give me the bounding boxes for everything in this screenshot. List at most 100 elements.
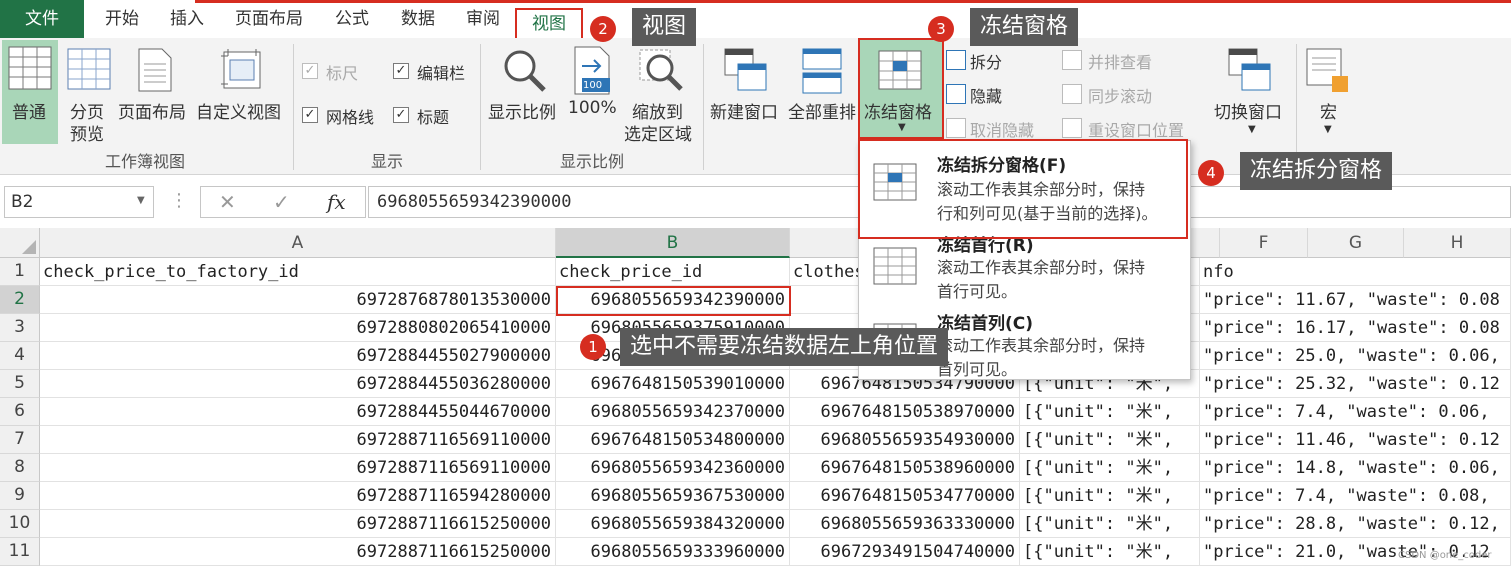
row-header[interactable]: 6 [0, 398, 40, 426]
cell-a10[interactable]: 6972887116615250000 [40, 510, 556, 538]
row-header[interactable]: 3 [0, 314, 40, 342]
cell-e7[interactable]: "price": 11.46, "waste": 0.12 [1200, 426, 1511, 454]
corner-triangle-icon [22, 240, 36, 254]
cancel-icon[interactable]: ✕ [219, 190, 236, 214]
cell-e1[interactable]: nfo [1200, 258, 1511, 286]
column-header-b[interactable]: B [556, 228, 790, 258]
row-header[interactable]: 9 [0, 482, 40, 510]
new-window-button[interactable]: 新建窗口 [708, 40, 784, 144]
cell-b7[interactable]: 6967648150534800000 [556, 426, 790, 454]
custom-views-button[interactable]: 自定义视图 [196, 40, 290, 144]
row-header[interactable]: 5 [0, 370, 40, 398]
cell-d9[interactable]: [{"unit": "米", [1020, 482, 1200, 510]
select-all-corner[interactable] [0, 228, 40, 258]
cell-b11[interactable]: 6968055659333960000 [556, 538, 790, 566]
name-box-value: B2 [11, 192, 34, 212]
cell-e8[interactable]: "price": 14.8, "waste": 0.06, [1200, 454, 1511, 482]
tab-review[interactable]: 审阅 [453, 0, 513, 38]
step3-callout: 冻结窗格 [970, 8, 1079, 46]
cell-a11[interactable]: 6972887116615250000 [40, 538, 556, 566]
column-header-g[interactable]: G [1308, 228, 1404, 258]
formula-bar-checkbox[interactable]: ✓ [393, 63, 409, 79]
chevron-down-icon[interactable]: ▼ [137, 195, 145, 206]
tab-formulas[interactable]: 公式 [322, 0, 382, 38]
cell-a6[interactable]: 6972884455044670000 [40, 398, 556, 426]
row-header[interactable]: 11 [0, 538, 40, 566]
cell-c11[interactable]: 6967293491504740000 [790, 538, 1020, 566]
cell-b9[interactable]: 6968055659367530000 [556, 482, 790, 510]
cell-b5[interactable]: 6967648150539010000 [556, 370, 790, 398]
page-break-preview-button[interactable]: 分页 预览 [64, 40, 114, 145]
zoom-to-selection-button[interactable]: 缩放到 选定区域 [624, 40, 700, 145]
side-by-side-button[interactable]: 并排查看 [1088, 49, 1152, 73]
row-header[interactable]: 7 [0, 426, 40, 454]
cell-e3[interactable]: "price": 16.17, "waste": 0.08 [1200, 314, 1511, 342]
cell-d11[interactable]: [{"unit": "米", [1020, 538, 1200, 566]
reset-position-button[interactable]: 重设窗口位置 [1088, 117, 1184, 141]
normal-view-button[interactable]: 普通 [2, 40, 58, 144]
cell-b6[interactable]: 6968055659342370000 [556, 398, 790, 426]
cell-a3[interactable]: 6972880802065410000 [40, 314, 556, 342]
ruler-checkbox[interactable]: ✓ [302, 63, 318, 79]
cell-b8[interactable]: 6968055659342360000 [556, 454, 790, 482]
page-break-preview-icon [67, 48, 111, 90]
cell-a4[interactable]: 6972884455027900000 [40, 342, 556, 370]
switch-windows-button[interactable]: 切换窗口 ▼ [1210, 40, 1292, 144]
unhide-button[interactable]: 取消隐藏 [970, 117, 1034, 141]
cell-a5[interactable]: 6972884455036280000 [40, 370, 556, 398]
tab-insert[interactable]: 插入 [157, 0, 217, 38]
normal-view-icon [8, 46, 52, 90]
cell-e9[interactable]: "price": 7.4, "waste": 0.08, [1200, 482, 1511, 510]
cell-e5[interactable]: "price": 25.32, "waste": 0.12 [1200, 370, 1511, 398]
cell-e2[interactable]: "price": 11.67, "waste": 0.08 [1200, 286, 1511, 314]
enter-icon[interactable]: ✓ [273, 190, 290, 214]
column-header-f[interactable]: F [1220, 228, 1308, 258]
function-icon[interactable]: fx [327, 190, 346, 214]
cell-d10[interactable]: [{"unit": "米", [1020, 510, 1200, 538]
cell-c7[interactable]: 6968055659354930000 [790, 426, 1020, 454]
zoom-100-button[interactable]: 100 100% [566, 40, 622, 144]
tab-home[interactable]: 开始 [92, 0, 152, 38]
row-header[interactable]: 10 [0, 510, 40, 538]
cell-c8[interactable]: 6967648150538960000 [790, 454, 1020, 482]
gridlines-checkbox[interactable]: ✓ [302, 107, 318, 123]
group-separator [703, 44, 704, 170]
freeze-top-row-option[interactable]: 冻结首行(R) 滚动工作表其余部分时，保持 首行可见。 [861, 231, 1188, 309]
arrange-all-button[interactable]: 全部重排 [786, 40, 858, 144]
page-layout-view-button[interactable]: 页面布局 [118, 40, 192, 144]
row-header[interactable]: 1 [0, 258, 40, 286]
cell-a8[interactable]: 6972887116569110000 [40, 454, 556, 482]
name-box[interactable]: B2 ▼ [4, 186, 154, 218]
cell-d6[interactable]: [{"unit": "米", [1020, 398, 1200, 426]
cell-a1[interactable]: check_price_to_factory_id [40, 258, 556, 286]
split-button[interactable]: 拆分 [970, 49, 1002, 73]
cell-b10[interactable]: 6968055659384320000 [556, 510, 790, 538]
cell-e6[interactable]: "price": 7.4, "waste": 0.06, [1200, 398, 1511, 426]
cell-a7[interactable]: 6972887116569110000 [40, 426, 556, 454]
zoom-button[interactable]: 显示比例 [486, 40, 564, 144]
tab-data[interactable]: 数据 [388, 0, 448, 38]
cell-c10[interactable]: 6968055659363330000 [790, 510, 1020, 538]
step3-badge: 3 [928, 16, 954, 42]
cell-d8[interactable]: [{"unit": "米", [1020, 454, 1200, 482]
cell-e4[interactable]: "price": 25.0, "waste": 0.06, [1200, 342, 1511, 370]
tab-page-layout[interactable]: 页面布局 [222, 0, 316, 38]
cell-e10[interactable]: "price": 28.8, "waste": 0.12, [1200, 510, 1511, 538]
macros-button[interactable]: 宏 ▼ [1300, 40, 1356, 144]
cell-c6[interactable]: 6967648150538970000 [790, 398, 1020, 426]
tab-view[interactable]: 视图 [515, 8, 583, 40]
cell-a9[interactable]: 6972887116594280000 [40, 482, 556, 510]
column-header-a[interactable]: A [40, 228, 556, 258]
tab-file[interactable]: 文件 [0, 0, 84, 38]
cell-d7[interactable]: [{"unit": "米", [1020, 426, 1200, 454]
row-header[interactable]: 4 [0, 342, 40, 370]
hide-button[interactable]: 隐藏 [970, 83, 1002, 107]
cell-b1[interactable]: check_price_id [556, 258, 790, 286]
row-header[interactable]: 2 [0, 286, 40, 314]
cell-a2[interactable]: 6972876878013530000 [40, 286, 556, 314]
headings-checkbox[interactable]: ✓ [393, 107, 409, 123]
column-header-h[interactable]: H [1404, 228, 1511, 258]
row-header[interactable]: 8 [0, 454, 40, 482]
cell-c9[interactable]: 6967648150534770000 [790, 482, 1020, 510]
sync-scroll-button[interactable]: 同步滚动 [1088, 83, 1152, 107]
